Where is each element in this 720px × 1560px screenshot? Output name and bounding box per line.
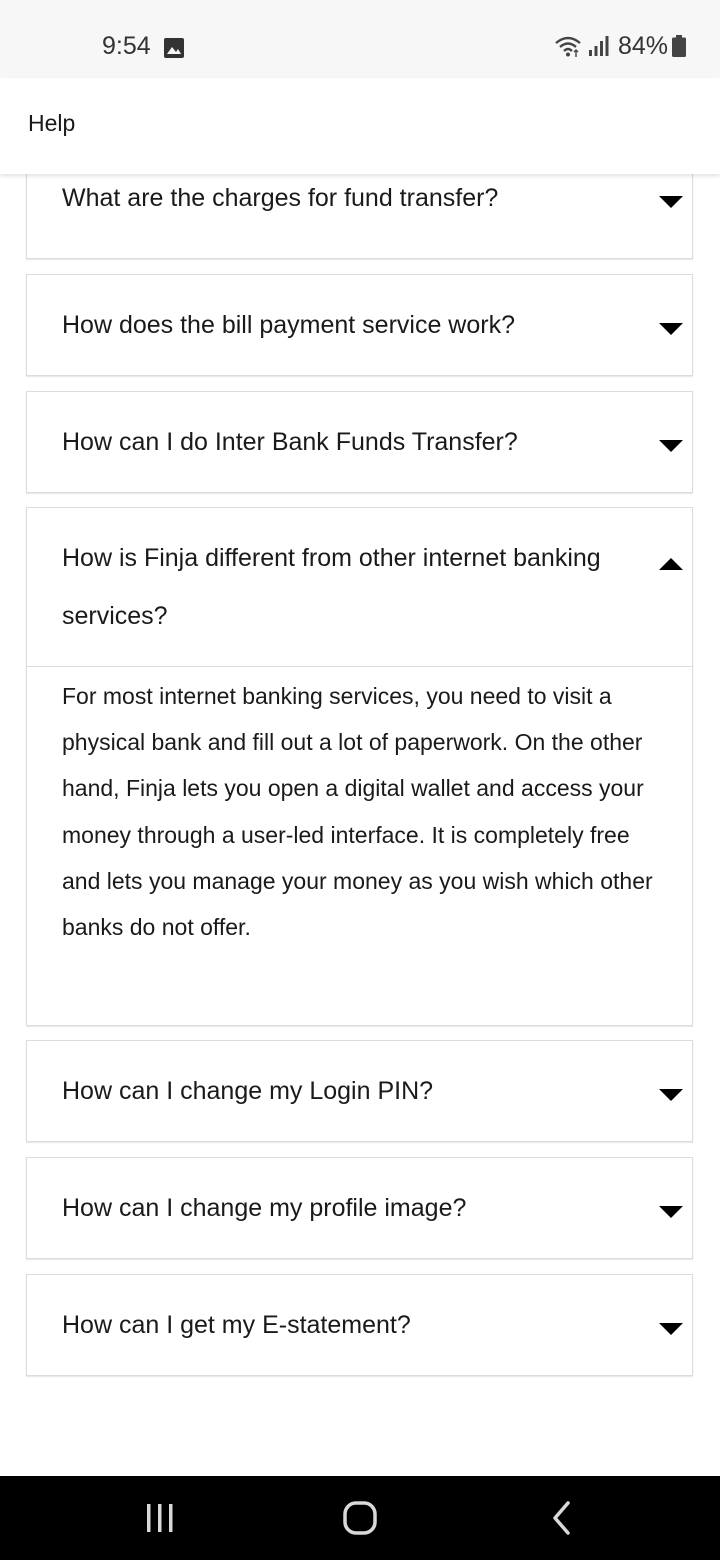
- system-nav-bar: [0, 1476, 720, 1560]
- faq-question: How can I change my Login PIN?: [62, 1077, 434, 1105]
- faq-question: How does the bill payment service work?: [62, 311, 515, 339]
- faq-question: How is Finja different from other intern…: [62, 544, 601, 630]
- wifi-icon: [555, 36, 581, 57]
- page-title: Help: [28, 110, 76, 136]
- app-bar: Help: [0, 78, 720, 174]
- faq-item-bill-payment[interactable]: How does the bill payment service work?: [26, 274, 693, 376]
- chevron-down-icon: [659, 1206, 683, 1218]
- back-icon[interactable]: [540, 1496, 584, 1540]
- chevron-down-icon: [659, 196, 683, 208]
- signal-icon: [588, 36, 609, 56]
- chevron-down-icon: [659, 323, 683, 335]
- faq-item-change-login-pin[interactable]: How can I change my Login PIN?: [26, 1040, 693, 1142]
- faq-question: How can I get my E-statement?: [62, 1311, 411, 1339]
- faq-answer: For most internet banking services, you …: [62, 683, 653, 941]
- faq-list[interactable]: What are the charges for fund transfer? …: [0, 174, 720, 1476]
- faq-question: How can I do Inter Bank Funds Transfer?: [62, 428, 518, 456]
- chevron-down-icon: [659, 1089, 683, 1101]
- battery-percent: 84%: [617, 32, 668, 60]
- faq-divider: [27, 666, 692, 667]
- faq-item-finja-difference[interactable]: How is Finja different from other intern…: [26, 507, 693, 1026]
- faq-item-change-profile-image[interactable]: How can I change my profile image?: [26, 1157, 693, 1259]
- gallery-icon: [164, 38, 184, 58]
- faq-item-fund-transfer-charges[interactable]: What are the charges for fund transfer?: [26, 174, 693, 259]
- status-bar: 9:54 84%: [0, 0, 720, 78]
- faq-item-inter-bank-transfer[interactable]: How can I do Inter Bank Funds Transfer?: [26, 391, 693, 493]
- battery-icon: [672, 35, 686, 57]
- status-time: 9:54: [102, 32, 151, 60]
- chevron-up-icon: [659, 558, 683, 570]
- faq-question: How can I change my profile image?: [62, 1194, 467, 1222]
- faq-item-e-statement[interactable]: How can I get my E-statement?: [26, 1274, 693, 1376]
- recent-apps-icon[interactable]: [138, 1496, 182, 1540]
- status-icons: 84%: [554, 30, 686, 62]
- chevron-down-icon: [659, 1323, 683, 1335]
- faq-question: What are the charges for fund transfer?: [62, 184, 499, 212]
- chevron-down-icon: [659, 440, 683, 452]
- home-icon[interactable]: [338, 1496, 382, 1540]
